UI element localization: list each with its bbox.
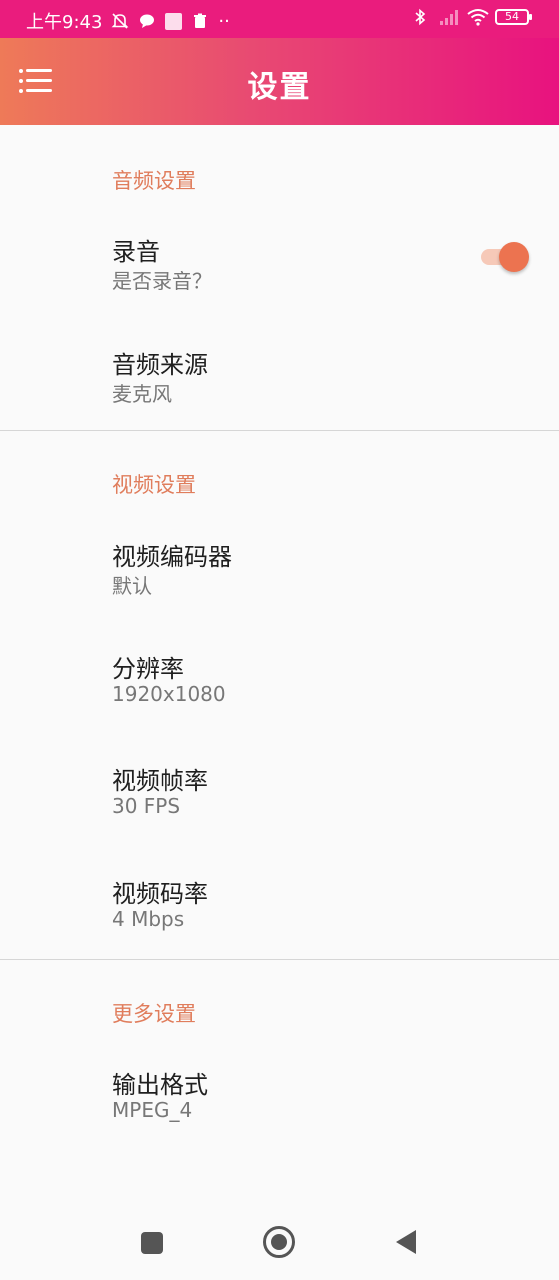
pref-video-bitrate[interactable]: 视频码率 4 Mbps bbox=[0, 874, 559, 934]
switch-thumb bbox=[499, 242, 529, 272]
pref-summary: 4 Mbps bbox=[112, 907, 185, 931]
settings-list: 音频设置 录音 是否录音？ 音频来源 麦克风 视频设置 视频编码器 默认 分辨率… bbox=[0, 125, 559, 1207]
pref-output-format[interactable]: 输出格式 MPEG_4 bbox=[0, 1065, 559, 1125]
pref-title: 视频码率 bbox=[112, 880, 208, 908]
recents-square-icon[interactable] bbox=[134, 1225, 168, 1259]
home-circle-icon[interactable] bbox=[262, 1225, 296, 1259]
pref-title: 录音 bbox=[112, 238, 160, 266]
bluetooth-icon bbox=[411, 8, 429, 26]
pref-audio-source[interactable]: 音频来源 麦克风 bbox=[0, 345, 559, 406]
pref-summary: 麦克风 bbox=[112, 382, 172, 406]
app-toolbar: 设置 bbox=[0, 38, 559, 125]
pref-resolution[interactable]: 分辨率 1920x1080 bbox=[0, 649, 559, 709]
pref-summary: MPEG_4 bbox=[112, 1098, 193, 1122]
app-square-icon bbox=[165, 12, 183, 30]
pref-video-fps[interactable]: 视频帧率 30 FPS bbox=[0, 761, 559, 821]
pref-summary: 默认 bbox=[112, 574, 152, 598]
pref-title: 视频帧率 bbox=[112, 767, 208, 795]
chat-bubble-icon bbox=[138, 12, 156, 30]
mute-icon bbox=[111, 12, 129, 30]
record-audio-switch[interactable] bbox=[479, 240, 529, 272]
section-divider bbox=[0, 959, 559, 960]
status-time: 上午9:43 bbox=[26, 12, 103, 33]
pref-video-encoder[interactable]: 视频编码器 默认 bbox=[0, 537, 559, 598]
section-divider bbox=[0, 430, 559, 431]
back-triangle-icon[interactable] bbox=[390, 1225, 424, 1259]
pref-summary: 1920x1080 bbox=[112, 682, 226, 706]
signal-icon bbox=[439, 8, 458, 26]
pref-summary: 30 FPS bbox=[112, 794, 181, 818]
pref-record-audio[interactable]: 录音 是否录音？ bbox=[0, 232, 559, 293]
pref-title: 分辨率 bbox=[112, 655, 184, 683]
status-bar: 上午9:43 ·· 54 bbox=[0, 0, 559, 38]
pref-title: 输出格式 bbox=[112, 1071, 208, 1099]
system-nav-bar bbox=[0, 1207, 559, 1280]
trash-icon bbox=[191, 12, 209, 30]
pref-title: 视频编码器 bbox=[112, 543, 232, 571]
category-title-video: 视频设置 bbox=[112, 473, 196, 497]
battery-icon: 54 bbox=[495, 9, 532, 25]
category-title-more: 更多设置 bbox=[112, 1002, 196, 1026]
page-title: 设置 bbox=[247, 70, 312, 105]
category-title-audio: 音频设置 bbox=[112, 169, 196, 193]
wifi-icon bbox=[467, 8, 489, 26]
pref-title: 音频来源 bbox=[112, 351, 208, 379]
pref-summary: 是否录音？ bbox=[112, 269, 212, 293]
battery-level: 54 bbox=[505, 10, 519, 23]
more-dots-icon: ·· bbox=[218, 10, 230, 32]
